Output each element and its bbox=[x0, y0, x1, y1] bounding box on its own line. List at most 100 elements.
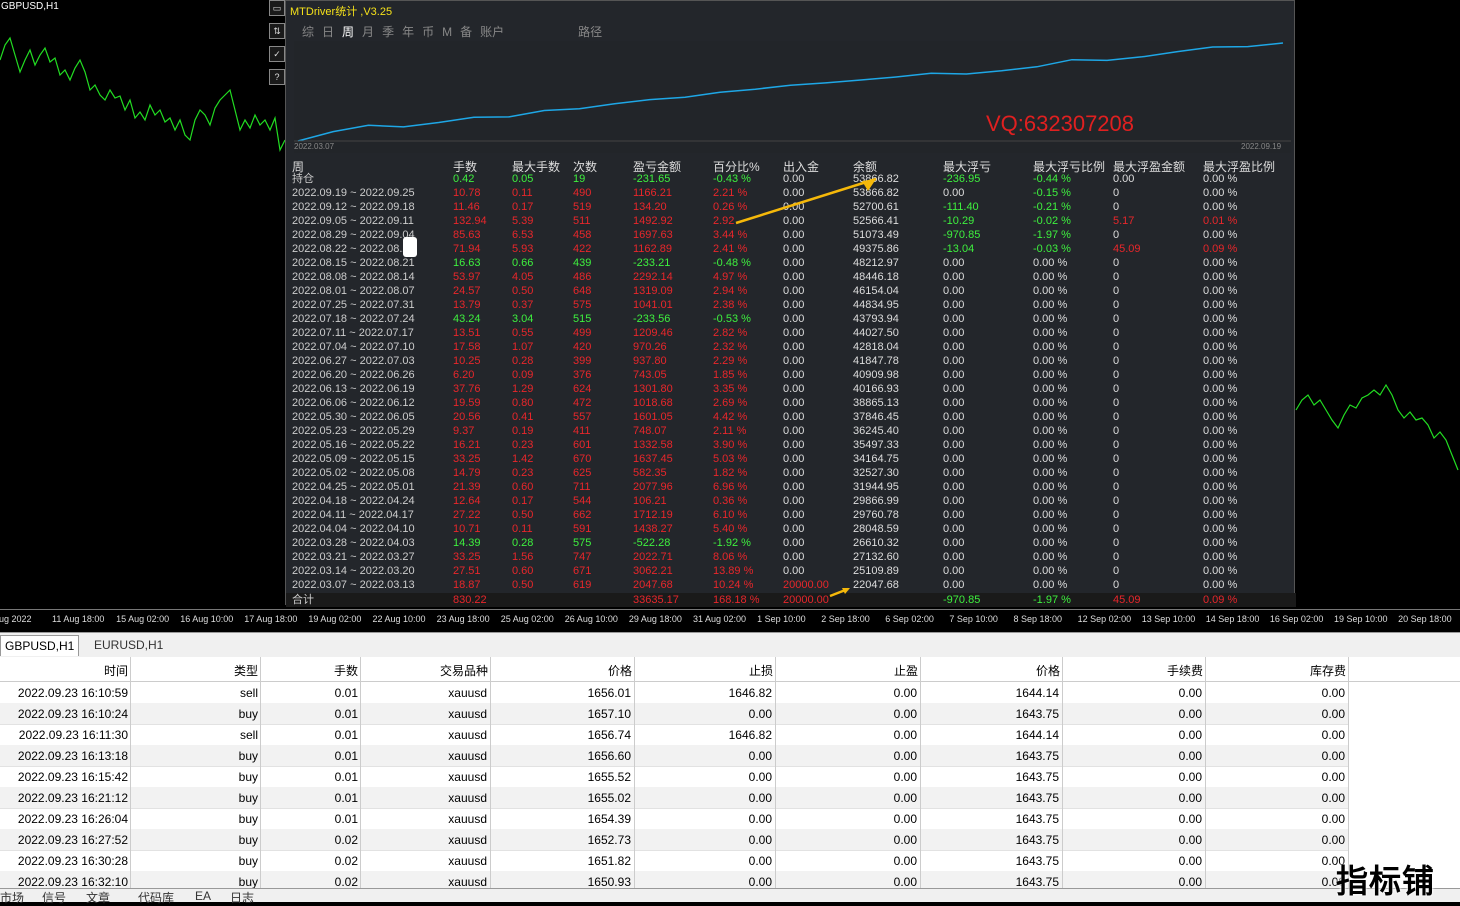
stats-cell-pnl: 3062.21 bbox=[633, 565, 673, 577]
stats-row: 2022.07.04 ~ 2022.07.10 17.58 1.07 420 970.2… bbox=[286, 340, 1296, 354]
period-tab[interactable]: M bbox=[442, 25, 452, 39]
period-tab[interactable]: 备 bbox=[460, 25, 472, 39]
table-cell: 0.00 bbox=[1178, 875, 1202, 889]
table-column-header[interactable]: 价格 bbox=[1036, 662, 1060, 679]
time-tick: 31 Aug 02:00 bbox=[693, 614, 747, 624]
stats-cell-period: 2022.05.23 ~ 2022.05.29 bbox=[292, 425, 415, 437]
table-cell: 1643.75 bbox=[1015, 854, 1059, 868]
help-button[interactable]: ? bbox=[269, 69, 285, 85]
stats-cell-period: 2022.03.28 ~ 2022.04.03 bbox=[292, 537, 415, 549]
minimize-button[interactable]: ▭ bbox=[269, 0, 285, 16]
time-tick: 1 Sep 10:00 bbox=[757, 614, 806, 624]
period-tab[interactable]: 日 bbox=[322, 25, 334, 39]
balance-curve: 2022.03.07 2022.09.19 bbox=[294, 41, 1291, 153]
toggle-button[interactable]: ⇅ bbox=[269, 23, 285, 39]
table-cell: 0.00 bbox=[893, 770, 917, 784]
table-cell: 2022.09.23 16:10:59 bbox=[17, 686, 128, 700]
table-cell: buy bbox=[238, 749, 258, 763]
table-column-header[interactable]: 手续费 bbox=[1167, 662, 1203, 679]
stats-cell-pct: 2.69 % bbox=[713, 397, 748, 409]
table-cell: 0.00 bbox=[893, 854, 917, 868]
stats-cell-dd: 0.00 bbox=[943, 537, 965, 549]
stats-cell-maxlot: 0.60 bbox=[512, 565, 534, 577]
table-column-header[interactable]: 手数 bbox=[334, 662, 358, 679]
table-column-header[interactable]: 价格 bbox=[608, 662, 632, 679]
table-cell: 0.00 bbox=[893, 791, 917, 805]
stats-cell-count: 711 bbox=[573, 481, 591, 493]
stats-cell-dd: 0.00 bbox=[943, 439, 965, 451]
path-tab[interactable]: 路径 bbox=[578, 25, 602, 39]
table-row[interactable]: 2022.09.23 16:21:12 buy 0.01 xauusd 1655.02 0… bbox=[0, 787, 1348, 809]
terminal-tab[interactable]: 文章 bbox=[86, 889, 110, 906]
stats-cell-dd: 0.00 bbox=[943, 341, 965, 353]
stats-cell-dd: 0.00 bbox=[943, 313, 965, 325]
period-tab[interactable]: 年 bbox=[402, 25, 414, 39]
terminal-tab[interactable]: 信号 bbox=[42, 889, 66, 906]
stats-cell-mfpct: 0.00 % bbox=[1203, 495, 1238, 507]
table-cell: 1643.75 bbox=[1015, 707, 1059, 721]
stats-cell-dd: 0.00 bbox=[943, 355, 965, 367]
table-cell: 1656.74 bbox=[587, 728, 631, 742]
terminal-tab[interactable]: 代码库 bbox=[138, 889, 174, 906]
stats-cell-bal: 44834.95 bbox=[853, 299, 899, 311]
table-cell: 0.00 bbox=[1321, 728, 1345, 742]
stats-cell-inout: 0.00 bbox=[783, 369, 805, 381]
period-tab[interactable]: 月 bbox=[362, 25, 374, 39]
stats-cell-maxlot: 0.17 bbox=[512, 201, 534, 213]
table-cell: 1650.93 bbox=[587, 875, 631, 889]
table-cell: 2022.09.23 16:11:30 bbox=[18, 728, 128, 742]
stats-cell-mfpct: 0.00 % bbox=[1203, 285, 1238, 297]
table-cell: buy bbox=[238, 833, 258, 847]
period-tab[interactable]: 周 bbox=[342, 25, 354, 39]
time-tick: 2 Sep 18:00 bbox=[821, 614, 870, 624]
check-button[interactable]: ✓ bbox=[269, 46, 285, 62]
table-column-header[interactable]: 时间 bbox=[104, 662, 128, 679]
stats-cell-ddpct: 0.00 % bbox=[1033, 565, 1068, 577]
period-tab[interactable]: 综 bbox=[302, 25, 314, 39]
tab-eurusd[interactable]: EURUSD,H1 bbox=[90, 635, 167, 655]
table-row[interactable]: 2022.09.23 16:13:18 buy 0.01 xauusd 1656.60 0… bbox=[0, 745, 1348, 767]
stats-cell-dd: 0.00 bbox=[943, 257, 965, 269]
stats-row: 2022.03.28 ~ 2022.04.03 14.39 0.28 575 -522.… bbox=[286, 536, 1296, 550]
table-column-header[interactable]: 止损 bbox=[749, 662, 773, 679]
stats-cell-maxlot: 0.17 bbox=[512, 495, 534, 507]
table-row[interactable]: 2022.09.23 16:26:04 buy 0.01 xauusd 1654.39 0… bbox=[0, 808, 1348, 830]
terminal-tabs: 市场 信号 文章 代码库 EA 日志 bbox=[0, 888, 1460, 905]
table-column-header[interactable]: 库存费 bbox=[1310, 662, 1346, 679]
stats-cell-bal: 27132.60 bbox=[853, 551, 899, 563]
table-row[interactable]: 2022.09.23 16:27:52 buy 0.02 xauusd 1652.73 0… bbox=[0, 829, 1348, 851]
table-row[interactable]: 2022.09.23 16:10:59 sell 0.01 xauusd 1656.01… bbox=[0, 682, 1348, 704]
table-cell: xauusd bbox=[448, 728, 487, 742]
tab-gbpusd[interactable]: GBPUSD,H1 bbox=[0, 635, 80, 656]
table-cell: 1646.82 bbox=[728, 686, 772, 700]
stats-cell-period: 2022.07.04 ~ 2022.07.10 bbox=[292, 341, 415, 353]
stats-cell-mf: 0 bbox=[1113, 285, 1120, 297]
table-row[interactable]: 2022.09.23 16:11:30 sell 0.01 xauusd 1656.74… bbox=[0, 724, 1348, 746]
table-column-header[interactable]: 交易品种 bbox=[440, 662, 488, 679]
period-tab[interactable]: 季 bbox=[382, 25, 394, 39]
period-tab[interactable]: 账户 bbox=[480, 25, 504, 39]
stats-cell-inout: 0.00 bbox=[783, 285, 805, 297]
stats-cell-lots: 0.42 bbox=[453, 173, 475, 185]
table-cell: 1646.82 bbox=[728, 728, 772, 742]
terminal-tab[interactable]: 市场 bbox=[0, 889, 24, 906]
table-cell: 0.00 bbox=[1178, 812, 1202, 826]
table-row[interactable]: 2022.09.23 16:30:28 buy 0.02 xauusd 1651.82 0… bbox=[0, 850, 1348, 872]
table-column-header[interactable]: 类型 bbox=[234, 662, 258, 679]
stats-cell-ddpct: 0.00 % bbox=[1033, 397, 1068, 409]
table-row[interactable]: 2022.09.23 16:15:42 buy 0.01 xauusd 1655.52 0… bbox=[0, 766, 1348, 788]
table-row[interactable]: 2022.09.23 16:10:24 buy 0.01 xauusd 1657.10 0… bbox=[0, 703, 1348, 725]
time-tick: 12 Sep 02:00 bbox=[1077, 614, 1132, 624]
symbol-tabs: GBPUSD,H1 EURUSD,H1 bbox=[0, 632, 1460, 657]
stats-cell-mf: 0 bbox=[1113, 313, 1120, 325]
table-column-header[interactable]: 止盈 bbox=[894, 662, 918, 679]
stats-cell-maxlot: 0.28 bbox=[512, 355, 534, 367]
stats-cell-period: 2022.08.22 ~ 2022.08.28 bbox=[292, 243, 415, 255]
period-tab[interactable]: 币 bbox=[422, 25, 434, 39]
stats-cell-count: 458 bbox=[573, 229, 592, 241]
terminal-tab[interactable]: 日志 bbox=[230, 889, 254, 906]
stats-cell-bal: 44027.50 bbox=[853, 327, 899, 339]
stats-cell-pnl: 2047.68 bbox=[633, 579, 673, 591]
stats-row: 2022.04.18 ~ 2022.04.24 12.64 0.17 544 106.2… bbox=[286, 494, 1296, 508]
table-cell: 1643.75 bbox=[1015, 791, 1059, 805]
